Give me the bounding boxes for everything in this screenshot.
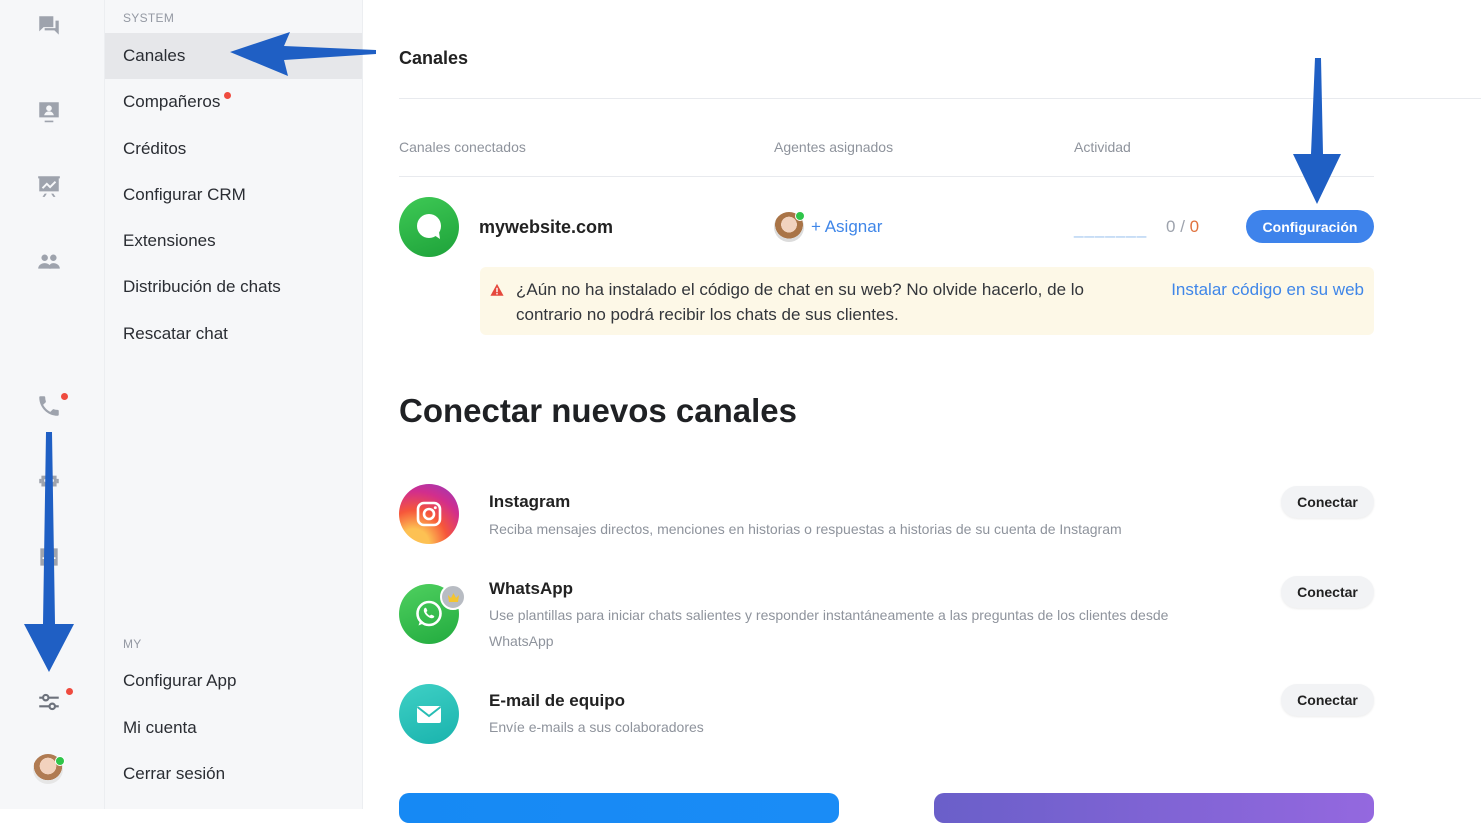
active-count: 0 bbox=[1166, 217, 1176, 236]
menu-item-mi-cuenta[interactable]: Mi cuenta bbox=[105, 705, 362, 751]
online-status-dot bbox=[55, 756, 65, 766]
notification-dot bbox=[224, 91, 232, 99]
title-divider bbox=[399, 98, 1481, 99]
menu-item-distribucion-chats[interactable]: Distribución de chats bbox=[105, 264, 362, 310]
chats-icon[interactable] bbox=[35, 12, 63, 40]
menu-item-configurar-crm[interactable]: Configurar CRM bbox=[105, 172, 362, 218]
whatsapp-name: WhatsApp bbox=[489, 579, 574, 598]
whatsapp-description: Use plantillas para iniciar chats salien… bbox=[489, 607, 1169, 649]
new-channels-title: Conectar nuevos canales bbox=[399, 392, 797, 429]
instagram-name: Instagram bbox=[489, 492, 571, 511]
warning-text: ¿Aún no ha instalado el código de chat e… bbox=[516, 280, 1084, 324]
connect-whatsapp-button[interactable]: Conectar bbox=[1281, 576, 1374, 608]
column-header-connected: Canales conectados bbox=[399, 139, 526, 155]
activity-sparkline: _______ bbox=[1074, 219, 1148, 238]
header-divider bbox=[399, 176, 1374, 177]
section-label-my: MY bbox=[123, 637, 142, 651]
install-code-link[interactable]: Instalar código en su web bbox=[1171, 277, 1364, 302]
assign-agent-link[interactable]: + Asignar bbox=[811, 217, 882, 237]
warning-icon bbox=[490, 283, 504, 296]
menu-item-label: Rescatar chat bbox=[123, 324, 228, 343]
menu-item-label: Compañeros bbox=[123, 92, 221, 111]
install-warning: ¿Aún no ha instalado el código de chat e… bbox=[480, 267, 1374, 335]
menu-item-label: Cerrar sesión bbox=[123, 764, 226, 783]
activity-count: 0 / 0 bbox=[1166, 217, 1199, 237]
menu-item-label: Extensiones bbox=[123, 231, 216, 250]
connect-instagram-button[interactable]: Conectar bbox=[1281, 486, 1374, 518]
visitors-icon[interactable] bbox=[35, 98, 63, 126]
phone-icon[interactable] bbox=[35, 392, 63, 420]
menu-item-canales[interactable]: Canales bbox=[105, 33, 362, 79]
settings-sliders-icon[interactable] bbox=[35, 688, 63, 716]
configuration-button[interactable]: Configuración bbox=[1246, 210, 1374, 243]
email-description: Envíe e-mails a sus colaboradores bbox=[489, 719, 704, 735]
promo-banner-left[interactable] bbox=[399, 793, 839, 823]
menu-item-label: Configurar CRM bbox=[123, 185, 246, 204]
menu-item-label: Configurar App bbox=[123, 671, 237, 690]
menu-item-configurar-app[interactable]: Configurar App bbox=[105, 658, 362, 704]
website-chat-icon bbox=[399, 197, 459, 257]
page-title: Canales bbox=[399, 48, 469, 68]
team-icon[interactable] bbox=[35, 247, 63, 275]
reports-icon[interactable] bbox=[35, 172, 63, 200]
agent-online-dot bbox=[795, 211, 805, 221]
menu-item-cerrar-sesion[interactable]: Cerrar sesión bbox=[105, 751, 362, 797]
menu-item-extensiones[interactable]: Extensiones bbox=[105, 218, 362, 264]
menu-item-label: Mi cuenta bbox=[123, 718, 197, 737]
settings-submenu: SYSTEM Canales Compañeros Créditos Confi… bbox=[105, 0, 363, 809]
channel-name: mywebsite.com bbox=[479, 217, 614, 237]
menu-item-creditos[interactable]: Créditos bbox=[105, 126, 362, 172]
total-count: 0 bbox=[1189, 217, 1200, 236]
menu-item-label: Distribución de chats bbox=[123, 277, 281, 296]
bot-icon[interactable] bbox=[35, 466, 63, 494]
main-content: Canales Canales conectados Agentes asign… bbox=[363, 0, 1481, 823]
menu-item-companeros[interactable]: Compañeros bbox=[105, 79, 362, 125]
inbox-icon[interactable] bbox=[35, 543, 63, 571]
promo-banner-right[interactable] bbox=[934, 793, 1374, 823]
instagram-icon bbox=[399, 484, 459, 544]
icon-rail bbox=[0, 0, 105, 809]
instagram-description: Reciba mensajes directos, menciones en h… bbox=[489, 521, 1122, 537]
email-name: E-mail de equipo bbox=[489, 691, 626, 710]
email-icon bbox=[399, 684, 459, 744]
phone-notification-dot bbox=[61, 393, 68, 400]
settings-notification-dot bbox=[66, 688, 73, 695]
count-separator: / bbox=[1180, 217, 1185, 236]
menu-item-label: Créditos bbox=[123, 139, 187, 158]
column-header-activity: Actividad bbox=[1074, 139, 1131, 155]
menu-item-label: Canales bbox=[123, 46, 186, 65]
premium-crown-icon bbox=[440, 584, 466, 610]
connect-email-button[interactable]: Conectar bbox=[1281, 684, 1374, 716]
menu-item-rescatar-chat[interactable]: Rescatar chat bbox=[105, 311, 362, 357]
section-label-system: SYSTEM bbox=[123, 11, 175, 25]
column-header-agents: Agentes asignados bbox=[774, 139, 894, 155]
